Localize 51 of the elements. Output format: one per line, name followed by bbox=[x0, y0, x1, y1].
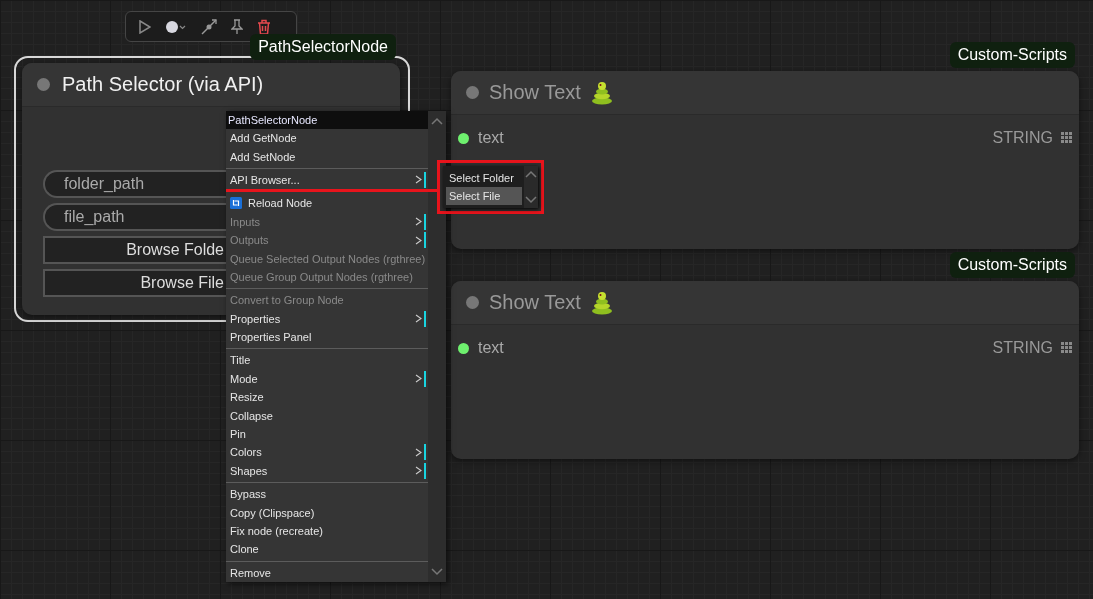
menu-item[interactable]: Remove bbox=[226, 563, 428, 582]
node-title: Show Text bbox=[489, 291, 581, 314]
wand-icon[interactable] bbox=[201, 18, 217, 35]
widget-button[interactable]: Browse Folde bbox=[43, 236, 226, 264]
input-label: text bbox=[478, 129, 504, 147]
node-badge: Custom-Scripts bbox=[949, 42, 1075, 68]
widget-button[interactable]: Browse File bbox=[43, 269, 226, 297]
node-title: Show Text bbox=[489, 81, 581, 104]
scroll-up-icon[interactable] bbox=[525, 170, 537, 178]
menu-item[interactable]: Colors bbox=[226, 443, 428, 462]
menu-item[interactable]: Pin bbox=[226, 424, 428, 444]
menu-item[interactable]: Collapse bbox=[226, 406, 428, 425]
menu-item[interactable]: Title bbox=[226, 351, 428, 370]
snake-icon bbox=[590, 80, 613, 105]
menu-item[interactable]: Fix node (recreate) bbox=[226, 521, 428, 541]
menu-item[interactable]: API Browser... bbox=[226, 170, 428, 190]
grid-icon bbox=[1061, 342, 1073, 354]
status-dot bbox=[466, 86, 479, 99]
submenu-item[interactable]: Select File bbox=[446, 187, 522, 205]
menu-item[interactable]: Properties Panel bbox=[226, 327, 428, 347]
menu-title: PathSelectorNode bbox=[226, 111, 428, 129]
trash-icon[interactable] bbox=[257, 18, 271, 35]
input-label: text bbox=[478, 339, 504, 357]
grid-icon bbox=[1061, 132, 1073, 144]
text-field[interactable]: folder_path bbox=[43, 170, 226, 198]
menu-item[interactable]: Clone bbox=[226, 540, 428, 559]
scroll-up-icon[interactable] bbox=[431, 117, 443, 125]
menu-scrollbar[interactable] bbox=[428, 111, 446, 582]
menu-item[interactable]: Resize bbox=[226, 388, 428, 407]
node-badge: Custom-Scripts bbox=[949, 252, 1075, 278]
scroll-down-icon[interactable] bbox=[525, 196, 537, 204]
menu-item[interactable]: Bypass bbox=[226, 485, 428, 504]
status-dot bbox=[466, 296, 479, 309]
input-slot[interactable] bbox=[458, 342, 469, 354]
status-dot bbox=[37, 78, 50, 91]
menu-item[interactable]: Shapes bbox=[226, 461, 428, 481]
menu-item[interactable]: Mode bbox=[226, 369, 428, 389]
reload-icon bbox=[230, 197, 242, 210]
submenu-scrollbar[interactable] bbox=[524, 166, 538, 208]
output-label: STRING bbox=[992, 339, 1053, 357]
output-label: STRING bbox=[992, 129, 1053, 147]
play-icon[interactable] bbox=[139, 19, 151, 34]
snake-icon bbox=[590, 290, 613, 315]
node-badge: PathSelectorNode bbox=[250, 34, 396, 60]
color-picker-icon[interactable] bbox=[165, 19, 187, 34]
menu-item[interactable]: Copy (Clipspace) bbox=[226, 503, 428, 522]
text-field[interactable]: file_path bbox=[43, 203, 226, 231]
input-slot[interactable] bbox=[458, 132, 469, 144]
pin-icon[interactable] bbox=[231, 18, 243, 35]
scroll-down-icon[interactable] bbox=[431, 568, 443, 576]
node-title: Path Selector (via API) bbox=[62, 73, 264, 96]
